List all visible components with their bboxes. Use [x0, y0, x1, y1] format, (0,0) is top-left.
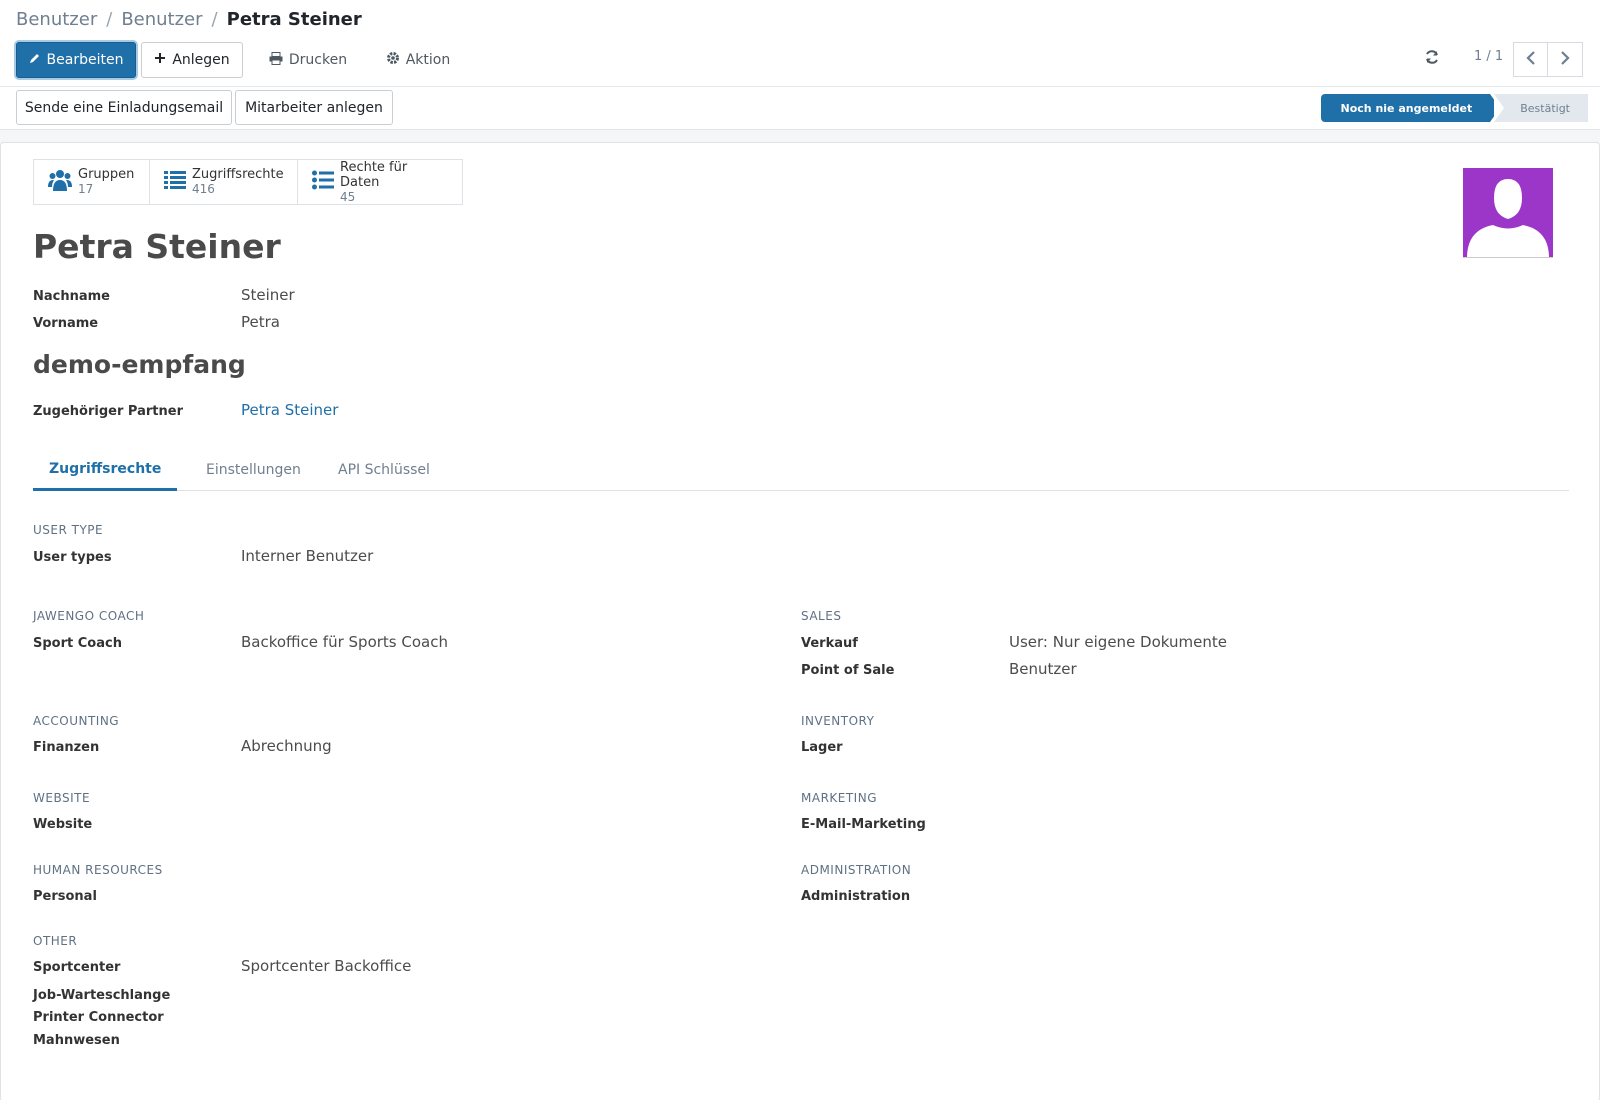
section-human-resources: HUMAN RESOURCES: [33, 863, 163, 877]
inventory-label: Lager: [801, 740, 843, 755]
status-confirmed: Bestätigt: [1494, 94, 1588, 122]
divider: [0, 129, 1600, 130]
tab-preferences[interactable]: Einstellungen: [190, 449, 317, 491]
lastname-label: Nachname: [33, 289, 111, 304]
breadcrumb-separator: /: [106, 9, 113, 30]
groups-count: 17: [78, 182, 94, 196]
sportcenter-label: Sportcenter: [33, 960, 121, 975]
divider: [0, 86, 1600, 87]
section-user-type: USER TYPE: [33, 523, 104, 537]
pager-previous-button[interactable]: [1513, 42, 1548, 77]
plus-icon: [154, 52, 166, 68]
tab-access-rights[interactable]: Zugriffsrechte: [33, 449, 178, 491]
dunning-label: Mahnwesen: [33, 1033, 120, 1048]
chevron-left-icon: [1525, 50, 1536, 69]
section-inventory: INVENTORY: [801, 714, 875, 728]
breadcrumb-item[interactable]: Benutzer: [121, 9, 202, 30]
edit-button-label: Bearbeiten: [46, 52, 124, 68]
sales-field[interactable]: User: Nur eigene Dokumente: [1009, 633, 1227, 651]
user-name-title[interactable]: Petra Steiner: [33, 227, 281, 266]
section-jawengo-coach: JAWENGO COACH: [33, 609, 145, 623]
chevron-right-icon: [1560, 50, 1570, 69]
print-button-label: Drucken: [288, 52, 348, 68]
access-rights-label: Zugriffsrechte: [192, 167, 284, 182]
sport-coach-field[interactable]: Backoffice für Sports Coach: [241, 633, 448, 651]
status-bar: Noch nie angemeldet Bestätigt: [1320, 94, 1588, 122]
user-types-field[interactable]: Interner Benutzer: [241, 547, 373, 565]
section-other: OTHER: [33, 934, 78, 948]
lastname-field[interactable]: Steiner: [241, 286, 295, 304]
user-silhouette-icon: [1463, 179, 1553, 257]
administration-label: Administration: [801, 889, 911, 904]
send-invitation-label: Sende eine Einladungsemail: [24, 99, 224, 116]
section-accounting: ACCOUNTING: [33, 714, 120, 728]
finance-label: Finanzen: [33, 740, 100, 755]
record-rules-smart-button[interactable]: Rechte für Daten 45: [298, 160, 462, 204]
smart-button-box: Gruppen 17 Zugriffsrechte 416 Rechte für D…: [33, 159, 463, 205]
refresh-icon[interactable]: [1424, 49, 1440, 65]
control-panel: Benutzer / Benutzer / Petra Steiner Bearbeit…: [0, 0, 1600, 130]
login-field[interactable]: demo-empfang: [33, 350, 246, 379]
pager-value[interactable]: 1 / 1: [1474, 49, 1503, 64]
printer-connector-label: Printer Connector: [33, 1010, 164, 1025]
users-icon: [48, 169, 72, 195]
firstname-label: Vorname: [33, 316, 99, 331]
access-rights-smart-button[interactable]: Zugriffsrechte 416: [150, 160, 298, 204]
action-button-label: Aktion: [405, 52, 451, 68]
sportcenter-field[interactable]: Sportcenter Backoffice: [241, 957, 411, 975]
website-label: Website: [33, 817, 93, 832]
point-of-sale-field[interactable]: Benutzer: [1009, 660, 1077, 678]
breadcrumb-item[interactable]: Benutzer: [16, 9, 97, 30]
section-website: WEBSITE: [33, 791, 91, 805]
pencil-icon: [29, 52, 41, 68]
breadcrumb-separator: /: [211, 9, 218, 30]
point-of-sale-label: Point of Sale: [801, 663, 895, 678]
gear-icon: [386, 51, 400, 69]
notebook-tabs: Zugriffsrechte Einstellungen API Schlüss…: [33, 449, 1569, 491]
record-rules-label: Rechte für Daten: [340, 159, 408, 190]
avatar[interactable]: [1463, 168, 1553, 258]
edit-button[interactable]: Bearbeiten: [16, 42, 136, 78]
action-button[interactable]: Aktion: [370, 42, 466, 78]
pager-next-button[interactable]: [1548, 42, 1583, 77]
status-next-label: Bestätigt: [1520, 101, 1570, 115]
section-sales: SALES: [801, 609, 842, 623]
breadcrumb-current: Petra Steiner: [226, 9, 362, 30]
list-icon: [164, 170, 186, 194]
breadcrumb: Benutzer / Benutzer / Petra Steiner: [16, 9, 362, 30]
partner-link[interactable]: Petra Steiner: [241, 401, 338, 419]
create-employee-label: Mitarbeiter anlegen: [245, 99, 383, 116]
print-button[interactable]: Drucken: [258, 42, 358, 78]
send-invitation-button[interactable]: Sende eine Einladungsemail: [16, 90, 232, 125]
finance-field[interactable]: Abrechnung: [241, 737, 332, 755]
status-never-logged-in: Noch nie angemeldet: [1320, 94, 1500, 122]
section-marketing: MARKETING: [801, 791, 877, 805]
email-marketing-label: E-Mail-Marketing: [801, 817, 926, 832]
tab-api-keys[interactable]: API Schlüssel: [322, 449, 446, 491]
section-administration: ADMINISTRATION: [801, 863, 912, 877]
user-types-label: User types: [33, 550, 112, 565]
record-rules-count: 45: [340, 189, 356, 204]
partner-label: Zugehöriger Partner: [33, 404, 183, 419]
employees-label: Personal: [33, 889, 97, 904]
access-rights-count: 416: [192, 182, 215, 196]
groups-label: Gruppen: [78, 167, 135, 182]
create-employee-button[interactable]: Mitarbeiter anlegen: [235, 90, 393, 125]
firstname-field[interactable]: Petra: [241, 313, 280, 331]
groups-smart-button[interactable]: Gruppen 17: [34, 160, 150, 204]
create-button[interactable]: Anlegen: [141, 42, 243, 78]
list-ul-icon: [312, 170, 334, 194]
form-sheet: Gruppen 17 Zugriffsrechte 416 Rechte für D…: [0, 142, 1600, 1100]
status-current-label: Noch nie angemeldet: [1340, 101, 1473, 115]
create-button-label: Anlegen: [172, 52, 230, 68]
print-icon: [269, 51, 283, 69]
sport-coach-label: Sport Coach: [33, 636, 122, 651]
sales-label: Verkauf: [801, 636, 858, 651]
job-queue-label: Job-Warteschlange: [33, 988, 171, 1003]
